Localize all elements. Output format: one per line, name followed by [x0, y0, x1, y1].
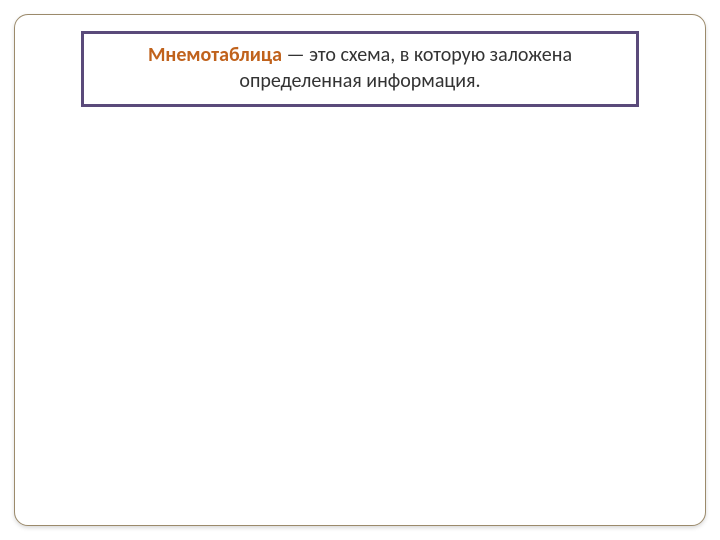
slide-frame: Мнемотаблица — это схема, в которую зало… [14, 14, 706, 526]
definition-box: Мнемотаблица — это схема, в которую зало… [81, 31, 639, 107]
definition-term: Мнемотаблица [148, 43, 282, 67]
definition-rest: — это схема, в которую заложена определе… [239, 43, 572, 93]
definition-text: Мнемотаблица — это схема, в которую зало… [104, 42, 616, 94]
